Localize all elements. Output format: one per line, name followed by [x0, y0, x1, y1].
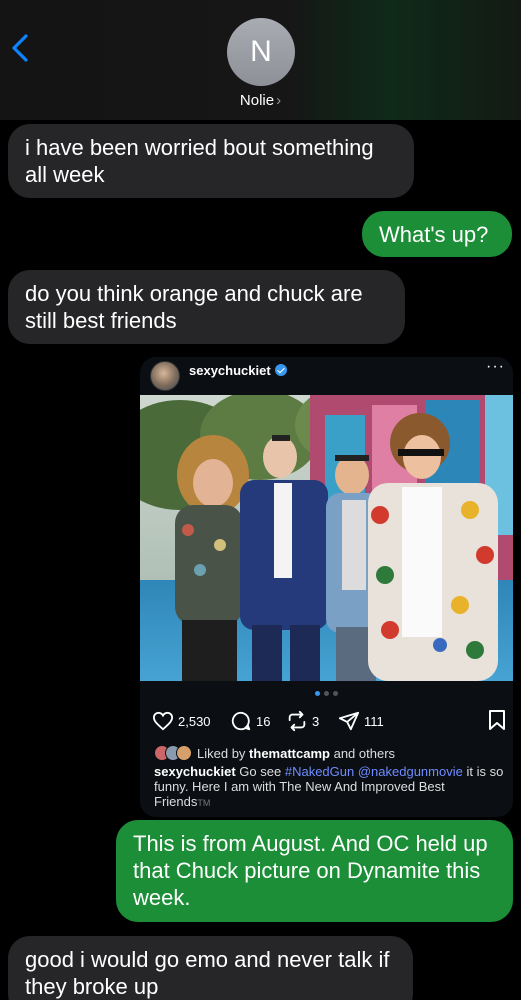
- more-options-icon[interactable]: ···: [486, 358, 505, 376]
- chevron-right-icon: ›: [276, 92, 282, 109]
- heart-icon: [152, 711, 174, 731]
- liker-avatar: [176, 745, 192, 761]
- message-bubble-incoming[interactable]: do you think orange and chuck are still …: [8, 270, 405, 344]
- post-author[interactable]: sexychuckiet: [189, 363, 287, 378]
- repost-button[interactable]: 3: [286, 709, 319, 733]
- message-text: What's up?: [379, 222, 489, 247]
- message-bubble-outgoing[interactable]: What's up?: [362, 211, 512, 257]
- caption-hashtag[interactable]: #NakedGun: [285, 764, 354, 779]
- post-username: sexychuckiet: [189, 363, 271, 378]
- carousel-dot-active: [315, 691, 320, 696]
- liked-by-user[interactable]: themattcamp: [249, 746, 330, 761]
- reposts-count: 3: [312, 713, 320, 729]
- shared-post-card[interactable]: sexychuckiet ··· 2,530 16 3 111 Liked by…: [140, 357, 513, 817]
- shares-count: 111: [364, 713, 384, 729]
- chevron-left-icon: [12, 34, 28, 62]
- bookmark-icon: [489, 710, 505, 730]
- message-bubble-incoming[interactable]: good i would go emo and never talk if th…: [8, 936, 413, 1000]
- caption-username[interactable]: sexychuckiet: [154, 764, 236, 779]
- contact-avatar[interactable]: N: [227, 18, 295, 86]
- like-button[interactable]: 2,530: [152, 709, 211, 733]
- verified-badge-icon: [274, 364, 287, 376]
- post-author-avatar[interactable]: [150, 361, 180, 391]
- liked-by-row[interactable]: Liked by themattcamp and others: [154, 743, 395, 763]
- conversation-header: N Nolie ›: [0, 0, 521, 120]
- likes-count: 2,530: [178, 713, 211, 729]
- post-header: sexychuckiet ···: [140, 357, 513, 395]
- carousel-indicator: [140, 691, 513, 696]
- liked-by-suffix: and others: [333, 745, 396, 761]
- message-text: i have been worried bout something all w…: [25, 135, 374, 187]
- contact-name: Nolie: [239, 92, 275, 109]
- repost-icon: [288, 710, 306, 732]
- carousel-dot: [333, 691, 338, 696]
- photo-image: [140, 395, 513, 681]
- message-bubble-outgoing[interactable]: This is from August. And OC held up that…: [116, 820, 513, 922]
- liked-by-text: Liked by themattcamp and others: [197, 746, 395, 761]
- post-photo[interactable]: [140, 395, 513, 681]
- contact-name-button[interactable]: Nolie ›: [0, 92, 521, 109]
- caption-trademark: TM: [197, 798, 211, 808]
- message-bubble-incoming[interactable]: i have been worried bout something all w…: [8, 124, 414, 198]
- liked-by-prefix: Liked by: [197, 745, 246, 761]
- carousel-dot: [324, 691, 329, 696]
- message-text: good i would go emo and never talk if th…: [25, 947, 390, 999]
- comment-icon: [231, 711, 251, 731]
- post-actions: 2,530 16 3 111: [152, 709, 507, 733]
- caption-text: Go see: [239, 764, 282, 779]
- comments-count: 16: [256, 713, 271, 729]
- comment-button[interactable]: 16: [230, 709, 270, 733]
- paper-plane-icon: [338, 711, 360, 731]
- save-button[interactable]: [487, 709, 507, 734]
- share-button[interactable]: 111: [338, 709, 384, 733]
- message-text: This is from August. And OC held up that…: [133, 831, 488, 910]
- message-text: do you think orange and chuck are still …: [25, 281, 363, 333]
- post-caption: sexychuckiet Go see #NakedGun @nakedgunm…: [154, 764, 504, 811]
- back-button[interactable]: [8, 30, 32, 66]
- caption-mention[interactable]: @nakedgunmovie: [358, 764, 463, 779]
- avatar-initial: N: [250, 35, 272, 68]
